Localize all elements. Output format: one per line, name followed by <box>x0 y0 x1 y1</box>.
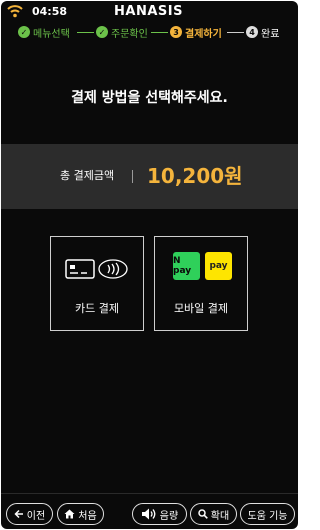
home-button[interactable]: 처음 <box>57 503 104 525</box>
mobile-payment-label: 모바일 결제 <box>173 302 229 315</box>
arrow-left-icon <box>14 509 23 519</box>
kiosk-screen: 04:58 HANASIS ✓ 메뉴선택 ✓ 주문확인 3 결제하기 4 완료 … <box>1 1 298 529</box>
brand-logo: HANASIS <box>114 4 183 19</box>
help-button[interactable]: 도움 기능 <box>240 503 295 525</box>
step-complete: 4 완료 <box>246 23 279 41</box>
step-number-badge: 3 <box>170 26 182 38</box>
zoom-button[interactable]: 확대 <box>190 503 237 525</box>
check-icon: ✓ <box>96 26 108 38</box>
step-connector <box>77 32 94 33</box>
total-amount-value: 10,200원 <box>147 164 243 188</box>
total-amount-label: 총 결제금액 <box>60 169 115 182</box>
card-payment-button[interactable]: 카드 결제 <box>50 236 144 331</box>
step-number-badge: 4 <box>246 26 258 38</box>
back-button-label: 이전 <box>26 510 46 522</box>
step-payment: 3 결제하기 <box>170 23 222 41</box>
speaker-icon <box>141 508 156 520</box>
mobile-payment-button[interactable]: N pay pay 모바일 결제 <box>154 236 248 331</box>
step-label: 주문확인 <box>111 28 148 40</box>
step-label: 결제하기 <box>185 28 222 40</box>
check-icon: ✓ <box>18 26 30 38</box>
home-button-label: 처음 <box>78 510 97 522</box>
step-connector <box>227 32 244 33</box>
clock-time: 04:58 <box>32 5 68 18</box>
divider <box>1 493 298 494</box>
volume-button-label: 음량 <box>159 510 179 522</box>
naver-pay-icon: N pay <box>173 252 200 280</box>
step-order-confirm: ✓ 주문확인 <box>96 23 148 41</box>
magnifier-icon <box>198 509 208 519</box>
card-payment-label: 카드 결제 <box>75 302 119 315</box>
divider <box>132 170 133 183</box>
back-button[interactable]: 이전 <box>6 503 53 525</box>
step-label: 메뉴선택 <box>33 28 70 40</box>
home-icon <box>64 509 75 519</box>
total-amount-panel: 총 결제금액 10,200원 <box>1 144 298 209</box>
volume-button[interactable]: 음량 <box>132 503 187 525</box>
step-menu-select: ✓ 메뉴선택 <box>18 23 70 41</box>
step-label: 완료 <box>261 28 280 40</box>
order-progress-steps: ✓ 메뉴선택 ✓ 주문확인 3 결제하기 4 완료 <box>1 23 298 41</box>
help-button-label: 도움 기능 <box>247 510 288 522</box>
page-title: 결제 방법을 선택해주세요. <box>71 90 228 106</box>
wifi-icon <box>7 5 23 18</box>
zoom-button-label: 확대 <box>210 510 230 522</box>
step-connector <box>151 32 168 33</box>
status-bar: 04:58 HANASIS <box>1 1 298 23</box>
kakao-pay-icon: pay <box>205 252 232 280</box>
credit-card-contactless-icon <box>65 259 128 279</box>
